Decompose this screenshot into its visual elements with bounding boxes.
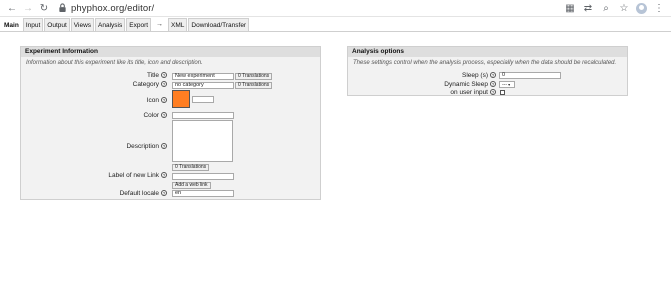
icon-text-input[interactable]	[192, 96, 214, 103]
experiment-info-description: Information about this experiment like i…	[26, 60, 203, 66]
dynamic-sleep-select[interactable]: --- ▾	[499, 81, 515, 88]
analysis-options-panel: Analysis options These settings control …	[347, 46, 628, 96]
help-icon[interactable]: ?	[161, 81, 167, 88]
description-textarea[interactable]	[172, 120, 233, 162]
experiment-info-heading: Experiment Information	[21, 47, 320, 57]
profile-avatar-icon[interactable]	[636, 2, 647, 14]
help-icon[interactable]: ?	[490, 89, 496, 96]
description-label: Description?	[126, 143, 167, 150]
new-link-label: Label of new Link?	[108, 172, 167, 179]
zoom-icon[interactable]: ⌕	[600, 2, 612, 14]
tab-download-transfer[interactable]: Download/Transfer	[188, 18, 250, 31]
tab-views[interactable]: Views	[70, 18, 95, 31]
title-label: Title?	[146, 72, 167, 79]
back-icon[interactable]: ←	[6, 2, 18, 14]
tab-xml[interactable]: XML	[168, 18, 188, 31]
tab-separator-arrow: →	[156, 21, 164, 28]
analysis-options-description: These settings control when the analysis…	[353, 60, 617, 66]
browser-toolbar: ← → ↻ phyphox.org/editor/ ▦ ⇄ ⌕ ☆ ⋮	[0, 0, 671, 17]
qr-code-icon[interactable]: ▦	[564, 2, 576, 14]
title-input[interactable]: New experiment	[172, 73, 234, 80]
translate-icon[interactable]: ⇄	[582, 2, 594, 14]
add-web-link-button[interactable]: Add a web link	[172, 182, 211, 189]
editor-tabs: Main Input Output Views Analysis Export …	[0, 18, 671, 32]
title-translations-button[interactable]: 0 Translations	[235, 73, 273, 80]
menu-kebab-icon[interactable]: ⋮	[653, 2, 665, 14]
tab-export[interactable]: Export	[126, 18, 152, 31]
description-translations-button[interactable]: 0 Translations	[172, 164, 210, 171]
help-icon[interactable]: ?	[490, 81, 496, 88]
sleep-input[interactable]: 0	[499, 72, 561, 79]
on-user-input-checkbox[interactable]	[500, 90, 505, 95]
category-translations-button[interactable]: 0 Translations	[235, 82, 273, 89]
analysis-options-heading: Analysis options	[348, 47, 627, 57]
default-locale-label: Default locale?	[119, 190, 167, 197]
forward-icon[interactable]: →	[22, 2, 34, 14]
help-icon[interactable]: ?	[161, 72, 167, 79]
color-label: Color?	[143, 112, 167, 119]
help-icon[interactable]: ?	[490, 72, 496, 79]
default-locale-input[interactable]: en	[172, 190, 234, 197]
category-input[interactable]: no category	[172, 82, 234, 89]
tab-analysis[interactable]: Analysis	[95, 18, 126, 31]
help-icon[interactable]: ?	[161, 190, 167, 197]
help-icon[interactable]: ?	[161, 172, 167, 179]
new-link-input[interactable]	[172, 173, 234, 180]
help-icon[interactable]: ?	[161, 143, 167, 150]
address-bar[interactable]: phyphox.org/editor/	[58, 3, 154, 14]
url-text: phyphox.org/editor/	[71, 2, 155, 14]
lock-icon	[59, 3, 66, 13]
experiment-info-panel: Experiment Information Information about…	[20, 46, 321, 200]
category-label: Category?	[132, 81, 167, 88]
icon-preview-swatch[interactable]	[172, 90, 190, 108]
tab-input[interactable]: Input	[22, 18, 44, 31]
bookmark-star-icon[interactable]: ☆	[618, 2, 630, 14]
color-input[interactable]	[172, 112, 234, 119]
on-user-input-label: on user input?	[450, 89, 496, 96]
help-icon[interactable]: ?	[161, 112, 167, 119]
sleep-label: Sleep (s)?	[461, 72, 496, 79]
icon-label: Icon?	[146, 97, 167, 104]
tab-output[interactable]: Output	[44, 18, 70, 31]
tab-main[interactable]: Main	[1, 18, 22, 31]
reload-icon[interactable]: ↻	[38, 2, 50, 14]
dynamic-sleep-label: Dynamic Sleep?	[444, 81, 496, 88]
chevron-down-icon: ▾	[507, 82, 511, 87]
help-icon[interactable]: ?	[161, 97, 167, 104]
